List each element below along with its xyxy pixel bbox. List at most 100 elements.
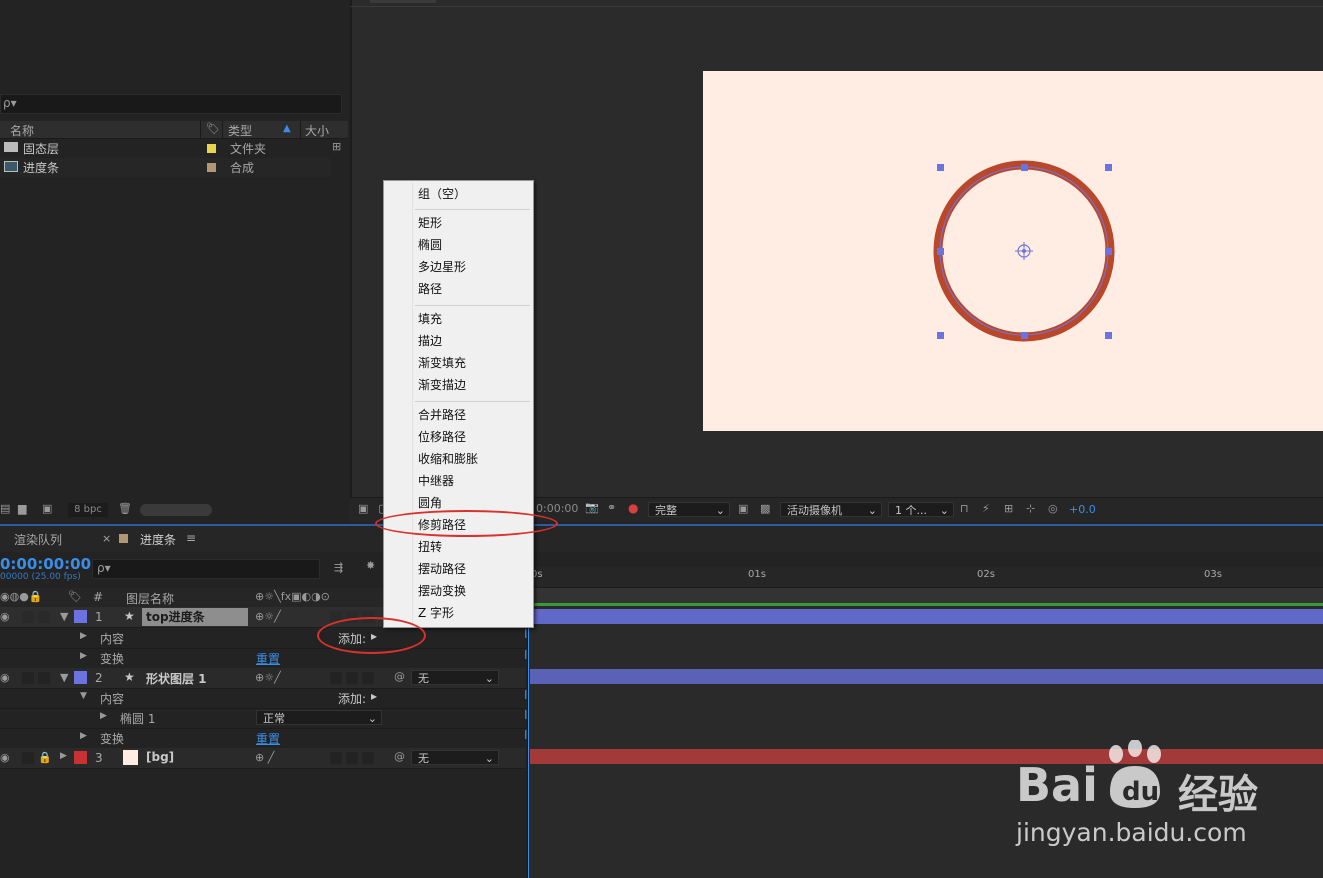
parent-dropdown[interactable]: 无 ⌄ [411, 750, 499, 765]
work-area-bar[interactable] [530, 588, 1323, 604]
project-item-folder[interactable]: 固态层 文件夹 ⊞ [0, 139, 341, 158]
parent-pickwhip-icon[interactable]: @ [394, 670, 405, 683]
bbox-handle[interactable] [1021, 332, 1028, 339]
region-of-interest-icon[interactable]: ▣ [738, 502, 748, 515]
menu-item-offset-paths[interactable]: 位移路径 [418, 427, 466, 447]
expand-down-icon[interactable]: ▼ [60, 671, 68, 684]
property-row-transform[interactable]: ▶ 变换 重置 [0, 728, 526, 749]
menu-item-stroke[interactable]: 描边 [418, 331, 442, 351]
menu-item-path[interactable]: 路径 [418, 279, 442, 299]
resolution-dropdown[interactable]: 完整 ⌄ [648, 502, 730, 517]
menu-item-fill[interactable]: 填充 [418, 309, 442, 329]
switch-box[interactable] [346, 672, 358, 684]
menu-item-zig-zag[interactable]: Z 字形 [418, 603, 454, 623]
menu-item-group[interactable]: 组（空） [418, 184, 466, 204]
switch-box[interactable] [346, 752, 358, 764]
solo-box[interactable] [22, 611, 34, 623]
menu-item-pucker-bloat[interactable]: 收缩和膨胀 [418, 449, 478, 469]
menu-item-rectangle[interactable]: 矩形 [418, 213, 442, 233]
label-swatch[interactable] [207, 144, 216, 153]
tab-render-queue[interactable]: 渲染队列 [14, 531, 62, 548]
interpret-footage-icon[interactable]: ▤ [0, 502, 10, 515]
switch-box[interactable] [362, 752, 374, 764]
layer-name-selected[interactable]: top进度条 [142, 608, 248, 626]
col-name-label[interactable]: 名称 [10, 122, 34, 139]
layer-row[interactable]: ◉ 🔒 ▶ 3 [bg] ⊕ ╱ @ 无 ⌄ [0, 748, 526, 769]
layer-duration-bar[interactable] [530, 669, 1323, 684]
channel-icon[interactable]: ● [628, 501, 638, 515]
add-menu-arrow-icon[interactable]: ▸ [371, 689, 377, 703]
layer-duration-bar[interactable] [530, 609, 1323, 624]
label-swatch[interactable] [207, 163, 216, 172]
switch-box[interactable] [330, 752, 342, 764]
menu-item-gradient-stroke[interactable]: 渐变描边 [418, 375, 466, 395]
viewer-timecode[interactable]: 0:00:00 [536, 502, 578, 515]
property-row-contents[interactable]: ▶ 内容 添加: ▸ [0, 628, 526, 649]
transparency-grid-icon[interactable]: ▩ [760, 502, 770, 515]
bbox-handle[interactable] [937, 248, 944, 255]
layer-name[interactable]: 形状图层 1 [146, 670, 207, 687]
show-snapshot-icon[interactable]: ⚭ [607, 501, 616, 514]
menu-item-wiggle-transform[interactable]: 摆动变换 [418, 581, 466, 601]
flowchart-icon[interactable]: ⊹ [1026, 502, 1035, 515]
menu-item-ellipse[interactable]: 椭圆 [418, 235, 442, 255]
lock-box[interactable] [38, 611, 50, 623]
reset-exposure-icon[interactable]: ◎ [1048, 502, 1058, 515]
thumbnail-scrollbar[interactable] [140, 504, 212, 516]
expand-down-icon[interactable]: ▼ [60, 610, 68, 623]
eye-icon[interactable]: ◉ [0, 610, 10, 623]
expand-down-icon[interactable]: ▼ [80, 691, 87, 701]
project-item-comp[interactable]: 进度条 合成 [0, 158, 330, 177]
new-folder-icon[interactable]: ▆ [18, 502, 26, 515]
timeline-search-input[interactable]: ρ▾ [92, 559, 320, 579]
layer-switches-icons[interactable]: ⊕☼╱ [255, 671, 281, 684]
bbox-handle[interactable] [1105, 248, 1112, 255]
panel-menu-icon[interactable]: ≡ [186, 531, 196, 545]
time-ruler[interactable]: 0s 01s 02s 03s [527, 567, 1323, 588]
parent-pickwhip-icon[interactable]: @ [394, 750, 405, 763]
menu-item-twist[interactable]: 扭转 [418, 537, 442, 557]
bbox-handle[interactable] [937, 164, 944, 171]
timeline-icon[interactable]: ⊞ [1004, 502, 1013, 515]
bbox-handle[interactable] [1105, 332, 1112, 339]
blend-mode-dropdown[interactable]: 正常 ⌄ [256, 710, 382, 725]
composition-canvas[interactable] [703, 71, 1323, 431]
layer-switches-icons[interactable]: ⊕ ╱ [255, 751, 274, 764]
bbox-handle[interactable] [937, 332, 944, 339]
reset-link[interactable]: 重置 [256, 730, 280, 747]
reset-link[interactable]: 重置 [256, 650, 280, 667]
menu-item-merge-paths[interactable]: 合并路径 [418, 405, 466, 425]
eye-icon[interactable]: ◉ [0, 751, 10, 764]
lock-icon[interactable]: 🔒 [38, 751, 52, 764]
col-size-label[interactable]: 大小 [305, 122, 329, 139]
property-row-contents[interactable]: ▼ 内容 添加: ▸ [0, 688, 526, 709]
lock-box[interactable] [38, 672, 50, 684]
col-type-label[interactable]: 类型 [228, 122, 252, 139]
solo-box[interactable] [22, 752, 34, 764]
draft-3d-icon[interactable]: ✸ [366, 559, 375, 572]
label-tag-icon[interactable]: 🏷 [68, 590, 82, 603]
expand-right-icon[interactable]: ▶ [100, 711, 107, 721]
fast-previews-icon[interactable]: ⚡ [982, 502, 990, 515]
layer-switches-icons[interactable]: ⊕☼╱ [255, 610, 281, 623]
close-icon[interactable]: × [102, 532, 111, 545]
label-tag-icon[interactable]: 🏷 [206, 122, 220, 135]
current-time-display[interactable]: 0:00:00:00 [0, 555, 91, 573]
always-preview-icon[interactable]: ▣ [358, 502, 368, 515]
solo-box[interactable] [22, 672, 34, 684]
expand-right-icon[interactable]: ▶ [60, 751, 67, 761]
toggle-pixel-aspect-icon[interactable]: ⊓ [960, 502, 969, 515]
expand-right-icon[interactable]: ▶ [80, 731, 87, 741]
parent-dropdown[interactable]: 无 ⌄ [411, 670, 499, 685]
tab-composition[interactable]: 进度条 [140, 531, 176, 548]
expand-right-icon[interactable]: ▶ [80, 631, 87, 641]
label-swatch[interactable] [74, 610, 87, 623]
exposure-value[interactable]: +0.0 [1069, 503, 1096, 516]
viewer-tab-stub[interactable] [370, 0, 436, 3]
snapshot-icon[interactable]: 📷 [585, 501, 599, 514]
menu-item-polystar[interactable]: 多边星形 [418, 257, 466, 277]
property-row-transform[interactable]: ▶ 变换 重置 [0, 648, 526, 669]
menu-item-gradient-fill[interactable]: 渐变填充 [418, 353, 466, 373]
bit-depth-button[interactable]: 8 bpc [68, 503, 108, 517]
label-swatch[interactable] [74, 751, 87, 764]
